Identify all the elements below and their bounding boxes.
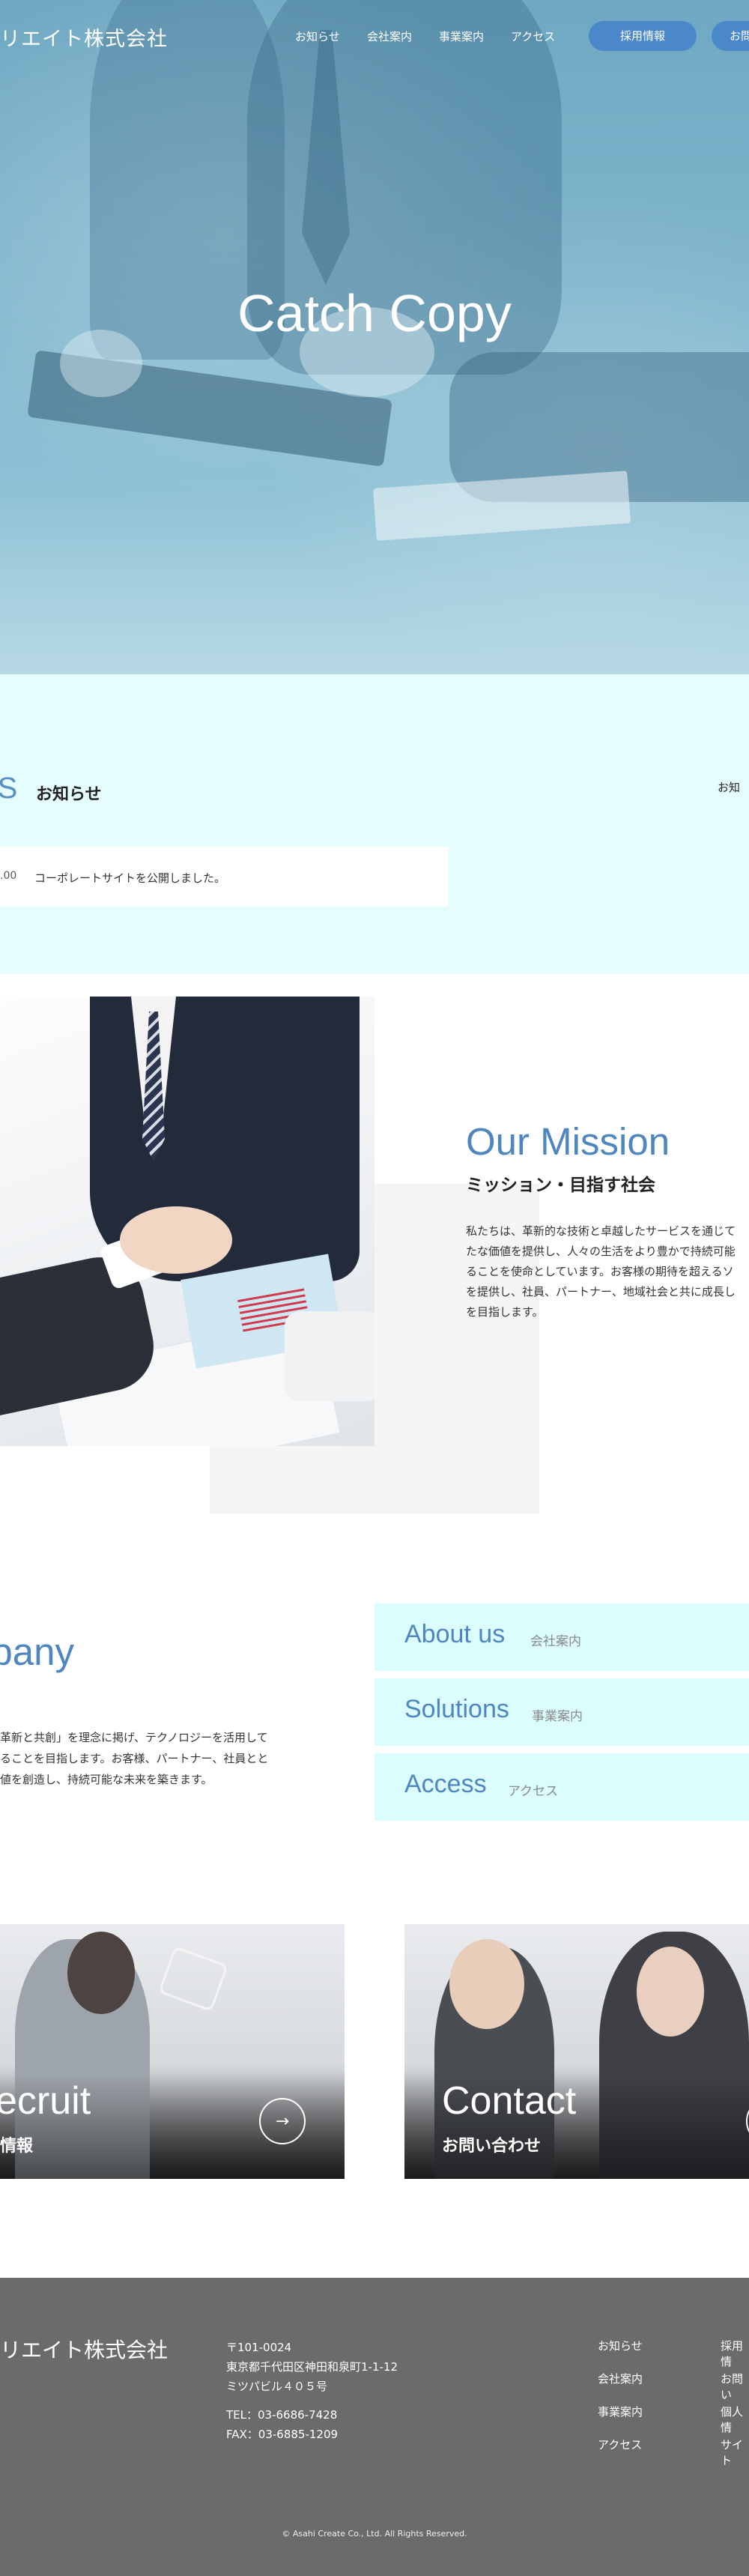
access-label: Access (404, 1770, 487, 1798)
mission-body-line: たな価値を提供し、人々の生活をより豊かで持続可能 (466, 1245, 736, 1258)
about-us-card[interactable]: About us 会社案内 (374, 1603, 749, 1671)
contact-photo-face-left (449, 1939, 524, 2029)
contact-title-en: Contact (442, 2079, 577, 2123)
contact-title-jp: お問い合わせ (442, 2137, 542, 2156)
mission-body: 私たちは、革新的な技術と卓越したサービスを通じて たな価値を提供し、人々の生活を… (466, 1221, 749, 1322)
company-body-line: 革新と共創」を理念に掲げ、テクノロジーを活用して (0, 1731, 268, 1744)
nav-news[interactable]: お知らせ (295, 28, 340, 44)
hero-photo-table (0, 487, 749, 674)
site-footer: リエイト株式会社 〒101-0024 東京都千代田区神田和泉町1-1-12 ミツ… (0, 2278, 749, 2576)
footer-fax: FAX：03-6885-1209 (226, 2428, 339, 2441)
footer-link-sitemap[interactable]: サイト (721, 2437, 749, 2468)
news-title-en: VS (0, 772, 18, 805)
access-sublabel: アクセス (508, 1784, 559, 1799)
news-title-jp: お知らせ (36, 785, 102, 804)
recruit-title-jp: 情報 (0, 2137, 34, 2156)
footer-address-line: 東京都千代田区神田和泉町1-1-12 (226, 2360, 398, 2374)
footer-copyright: © Asahi Create Co., Ltd. All Rights Rese… (282, 2529, 467, 2539)
contact-banner[interactable]: Contact お問い合わせ (404, 1924, 749, 2179)
site-logo[interactable]: リエイト株式会社 (0, 22, 168, 52)
nav-company[interactable]: 会社案内 (367, 28, 412, 44)
access-card[interactable]: Access アクセス (374, 1753, 749, 1821)
solutions-sublabel: 事業案内 (532, 1709, 583, 1724)
footer-link-recruit[interactable]: 採用情 (721, 2338, 749, 2369)
footer-address: 〒101-0024 東京都千代田区神田和泉町1-1-12 ミツパビル４０５号 (226, 2338, 398, 2396)
footer-link-contact[interactable]: お問い (721, 2371, 749, 2402)
contact-photo-face-right (637, 1947, 704, 2037)
mission-body-line: ることを使命としています。お客様の期待を超えるソ (466, 1265, 734, 1278)
company-body: 革新と共創」を理念に掲げ、テクノロジーを活用して ることを目指します。お客様、パ… (0, 1727, 300, 1790)
company-body-line: 値を創造し、持続可能な未来を築きます。 (0, 1773, 213, 1786)
footer-link-privacy[interactable]: 個人情 (721, 2404, 749, 2435)
recruit-photo-hair (67, 1932, 135, 2014)
footer-tel[interactable]: TEL：03-6686-7428 (226, 2405, 338, 2425)
solutions-card[interactable]: Solutions 事業案内 (374, 1678, 749, 1746)
recruit-title-en: ecruit (0, 2079, 91, 2123)
mission-title-en: Our Mission (466, 1120, 670, 1163)
arrow-right-icon[interactable]: → (259, 2098, 306, 2144)
about-us-sublabel: 会社案内 (530, 1634, 581, 1649)
news-background (0, 674, 749, 974)
news-more-link[interactable]: お知 (718, 779, 740, 795)
news-item-title[interactable]: コーポレートサイトを公開しました。 (34, 870, 225, 886)
solutions-label: Solutions (404, 1695, 509, 1723)
news-item-date: .00 (0, 870, 17, 882)
site-header: リエイト株式会社 お知らせ 会社案内 事業案内 アクセス 採用情報 お問 (0, 0, 749, 75)
footer-logo[interactable]: リエイト株式会社 (0, 2334, 168, 2364)
company-title-en: npany (0, 1630, 74, 1673)
footer-address-building: ミツパビル４０５号 (226, 2380, 328, 2393)
hero-catch-copy: Catch Copy (237, 284, 512, 342)
mission-title-jp: ミッション・目指す社会 (466, 1176, 655, 1195)
mission-body-line: 私たちは、革新的な技術と卓越したサービスを通じて (466, 1224, 736, 1238)
nav-business[interactable]: 事業案内 (439, 28, 484, 44)
footer-link-business[interactable]: 事業案内 (598, 2404, 643, 2419)
hero-section: リエイト株式会社 お知らせ 会社案内 事業案内 アクセス 採用情報 お問 Cat… (0, 0, 749, 674)
footer-postal-code: 〒101-0024 (226, 2341, 292, 2354)
mission-body-line: を目指します。 (466, 1305, 544, 1319)
footer-link-news[interactable]: お知らせ (598, 2338, 643, 2353)
about-us-label: About us (404, 1620, 506, 1648)
contact-button[interactable]: お問 (712, 21, 749, 51)
mission-body-line: を提供し、社員、パートナー、地域社会と共に成長し (466, 1285, 736, 1298)
nav-access[interactable]: アクセス (511, 28, 555, 44)
company-body-line: ることを目指します。お客様、パートナー、社員とと (0, 1752, 269, 1765)
recruit-banner[interactable]: ecruit 情報 → (0, 1924, 345, 2179)
footer-link-access[interactable]: アクセス (598, 2437, 642, 2452)
mission-photo (0, 997, 374, 1446)
recruit-button[interactable]: 採用情報 (589, 21, 697, 51)
footer-link-company[interactable]: 会社案内 (598, 2371, 643, 2386)
footer-contact: TEL：03-6686-7428 FAX：03-6885-1209 (226, 2405, 338, 2444)
